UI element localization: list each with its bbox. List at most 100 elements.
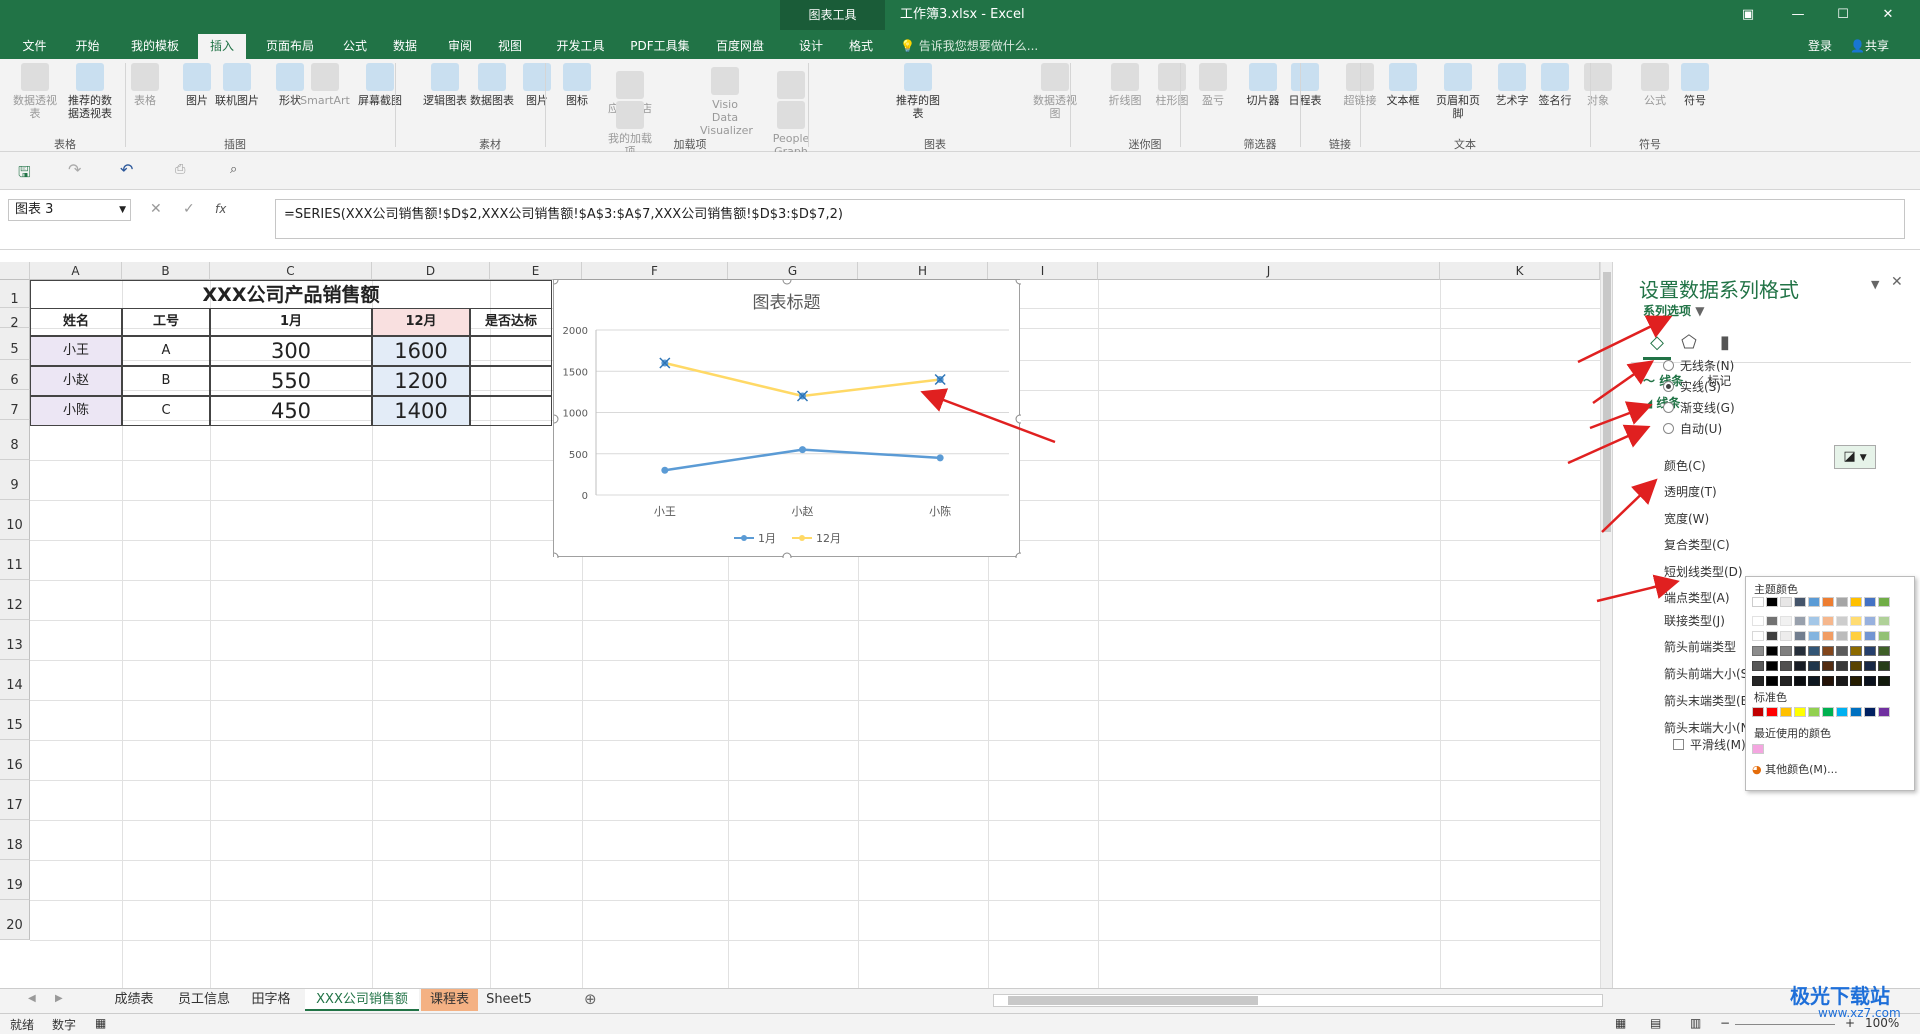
theme-color-shade[interactable] [1794, 676, 1806, 686]
theme-color-shade[interactable] [1780, 676, 1792, 686]
chart-resize-handle[interactable] [1015, 414, 1021, 424]
normal-view-icon[interactable]: ▦ [1615, 1016, 1626, 1030]
column-header[interactable]: G [728, 262, 858, 280]
theme-color-shade[interactable] [1822, 646, 1834, 656]
column-header[interactable]: I [988, 262, 1098, 280]
close-icon[interactable]: ✕ [1870, 0, 1906, 30]
theme-color-shade[interactable] [1836, 631, 1848, 641]
select-all-corner[interactable] [0, 262, 30, 280]
theme-color-shade[interactable] [1836, 616, 1848, 626]
menu-tab[interactable]: 公式 [335, 34, 375, 59]
theme-color-shade[interactable] [1822, 661, 1834, 671]
chart-resize-handle[interactable] [782, 552, 792, 558]
data-point[interactable] [799, 446, 806, 454]
undo-icon[interactable]: ↶ [120, 160, 133, 179]
theme-color-shade[interactable] [1822, 616, 1834, 626]
minimize-icon[interactable]: — [1780, 0, 1816, 30]
line-chart[interactable]: 图表标题 0 500 1000 1500 2000 小王 小赵 小陈 1月 12月 [553, 279, 1021, 558]
theme-color-shade[interactable] [1766, 676, 1778, 686]
cancel-icon[interactable]: ✕ [150, 201, 162, 217]
theme-color-shade[interactable] [1752, 676, 1764, 686]
redo-icon[interactable]: ↷ [68, 160, 81, 179]
menu-tab[interactable]: 百度网盘 [705, 34, 775, 59]
theme-color-shade[interactable] [1808, 676, 1820, 686]
ribbon-button[interactable]: 折线图 [1100, 63, 1150, 107]
table-cell[interactable]: B [122, 366, 210, 396]
ribbon-button[interactable]: 逻辑图表 [420, 63, 470, 107]
standard-color-swatch[interactable] [1752, 707, 1764, 717]
theme-color-shade[interactable] [1766, 631, 1778, 641]
standard-color-swatch[interactable] [1780, 707, 1792, 717]
sheet-tab[interactable]: XXX公司销售额 [305, 989, 419, 1011]
row-header[interactable]: 14 [0, 660, 30, 700]
row-header[interactable]: 20 [0, 900, 30, 940]
theme-color-shade[interactable] [1766, 616, 1778, 626]
theme-color-shade[interactable] [1878, 676, 1890, 686]
line-type-radio[interactable]: 自动(U) [1663, 420, 1722, 437]
theme-color-shade[interactable] [1780, 631, 1792, 641]
table-cell[interactable]: 300 [210, 336, 372, 366]
maximize-icon[interactable]: ☐ [1825, 0, 1861, 30]
theme-color-swatch[interactable] [1794, 597, 1806, 607]
theme-color-shade[interactable] [1836, 676, 1848, 686]
more-colors-option[interactable]: ◕ 其他颜色(M)... [1752, 761, 1838, 777]
page-break-icon[interactable]: ▥ [1690, 1016, 1701, 1030]
theme-color-shade[interactable] [1766, 661, 1778, 671]
theme-color-shade[interactable] [1878, 616, 1890, 626]
column-header[interactable]: D [372, 262, 490, 280]
save-icon[interactable]: 🖫 [18, 162, 31, 187]
chart-resize-handle[interactable] [1015, 280, 1021, 285]
zoom-slider[interactable] [1735, 1024, 1835, 1025]
theme-color-shade[interactable] [1808, 616, 1820, 626]
theme-color-shade[interactable] [1850, 676, 1862, 686]
table-cell[interactable]: A [122, 336, 210, 366]
ribbon-button[interactable]: Visio Data Visualizer [700, 67, 753, 137]
theme-color-swatch[interactable] [1836, 597, 1848, 607]
series-options-icon[interactable]: ▮ [1711, 332, 1739, 360]
column-header[interactable]: C [210, 262, 372, 280]
row-header[interactable]: 19 [0, 860, 30, 900]
line-type-radio[interactable]: 实线(S) [1663, 378, 1721, 395]
theme-color-swatch[interactable] [1808, 597, 1820, 607]
table-header-cell[interactable]: 1月 [210, 308, 372, 336]
pane-close-icon[interactable]: ✕ [1891, 274, 1903, 290]
theme-color-shade[interactable] [1808, 646, 1820, 656]
scrollbar-thumb[interactable] [1008, 996, 1258, 1005]
theme-color-shade[interactable] [1864, 631, 1876, 641]
legend-label[interactable]: 1月 [758, 532, 776, 545]
vertical-scrollbar[interactable] [1600, 262, 1612, 988]
theme-color-shade[interactable] [1850, 616, 1862, 626]
theme-color-swatch[interactable] [1780, 597, 1792, 607]
menu-tab[interactable]: 格式 [840, 34, 882, 59]
sheet-tab[interactable]: Sheet5 [480, 989, 538, 1011]
scroll-right-icon[interactable]: ▶ [55, 993, 63, 1004]
theme-color-shade[interactable] [1878, 646, 1890, 656]
menu-tab[interactable]: 视图 [490, 34, 530, 59]
row-header[interactable]: 15 [0, 700, 30, 740]
table-header-cell[interactable]: 工号 [122, 308, 210, 336]
sheet-tab[interactable]: 课程表 [421, 989, 478, 1011]
table-cell[interactable]: 小陈 [30, 396, 122, 426]
theme-color-shade[interactable] [1850, 646, 1862, 656]
scroll-left-icon[interactable]: ◀ [28, 993, 36, 1004]
theme-color-shade[interactable] [1822, 676, 1834, 686]
data-point[interactable] [661, 466, 669, 474]
menu-tab[interactable]: 设计 [790, 34, 832, 59]
line-type-radio[interactable]: 无线条(N) [1663, 357, 1734, 374]
menu-tab[interactable]: 开始 [65, 34, 110, 59]
row-header[interactable]: 13 [0, 620, 30, 660]
standard-color-swatch[interactable] [1822, 707, 1834, 717]
login-link[interactable]: 登录 [1808, 34, 1832, 59]
ribbon-button[interactable]: 推荐的图表 [893, 63, 943, 120]
table-cell[interactable]: 小赵 [30, 366, 122, 396]
standard-color-swatch[interactable] [1878, 707, 1890, 717]
ribbon-button[interactable]: 数据透视表 [10, 63, 60, 120]
theme-color-shade[interactable] [1878, 631, 1890, 641]
macro-record-icon[interactable]: ▦ [95, 1016, 106, 1030]
theme-color-swatch[interactable] [1864, 597, 1876, 607]
row-header[interactable]: 10 [0, 500, 30, 540]
sheet-tab[interactable]: 成绩表 [100, 989, 168, 1011]
ribbon-button[interactable]: 推荐的数据透视表 [65, 63, 115, 120]
theme-color-shade[interactable] [1780, 646, 1792, 656]
theme-color-swatch[interactable] [1752, 597, 1764, 607]
